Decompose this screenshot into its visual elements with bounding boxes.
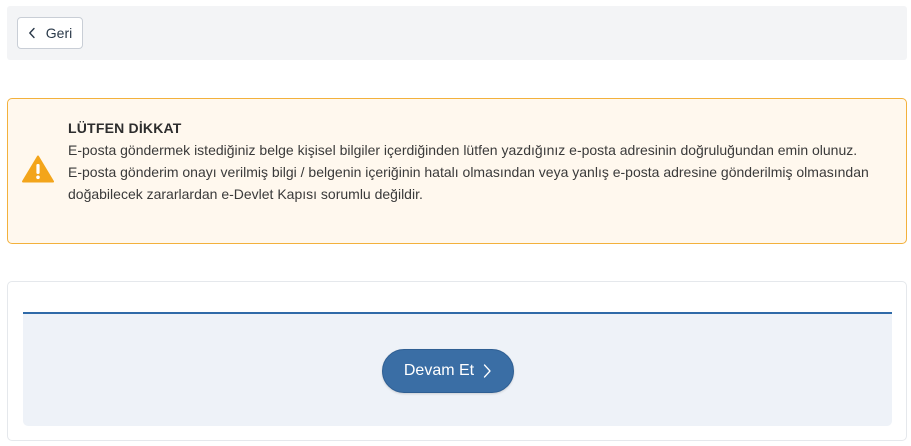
warning-alert: LÜTFEN DİKKAT E-posta göndermek istediği… <box>7 98 907 244</box>
back-button[interactable]: Geri <box>17 17 83 49</box>
chevron-right-icon <box>482 363 492 379</box>
action-area: Devam Et <box>23 312 892 426</box>
chevron-left-icon <box>28 27 36 39</box>
warning-icon <box>22 155 54 183</box>
top-toolbar: Geri <box>7 6 907 60</box>
action-panel: Devam Et <box>7 281 907 441</box>
continue-button-label: Devam Et <box>403 362 475 379</box>
alert-title: LÜTFEN DİKKAT <box>68 120 182 136</box>
back-button-label: Geri <box>45 25 73 41</box>
continue-button[interactable]: Devam Et <box>382 349 514 393</box>
alert-message-liability: E-posta gönderim onayı verilmiş bilgi / … <box>68 164 869 202</box>
alert-message-privacy: E-posta göndermek istediğiniz belge kişi… <box>68 142 858 158</box>
